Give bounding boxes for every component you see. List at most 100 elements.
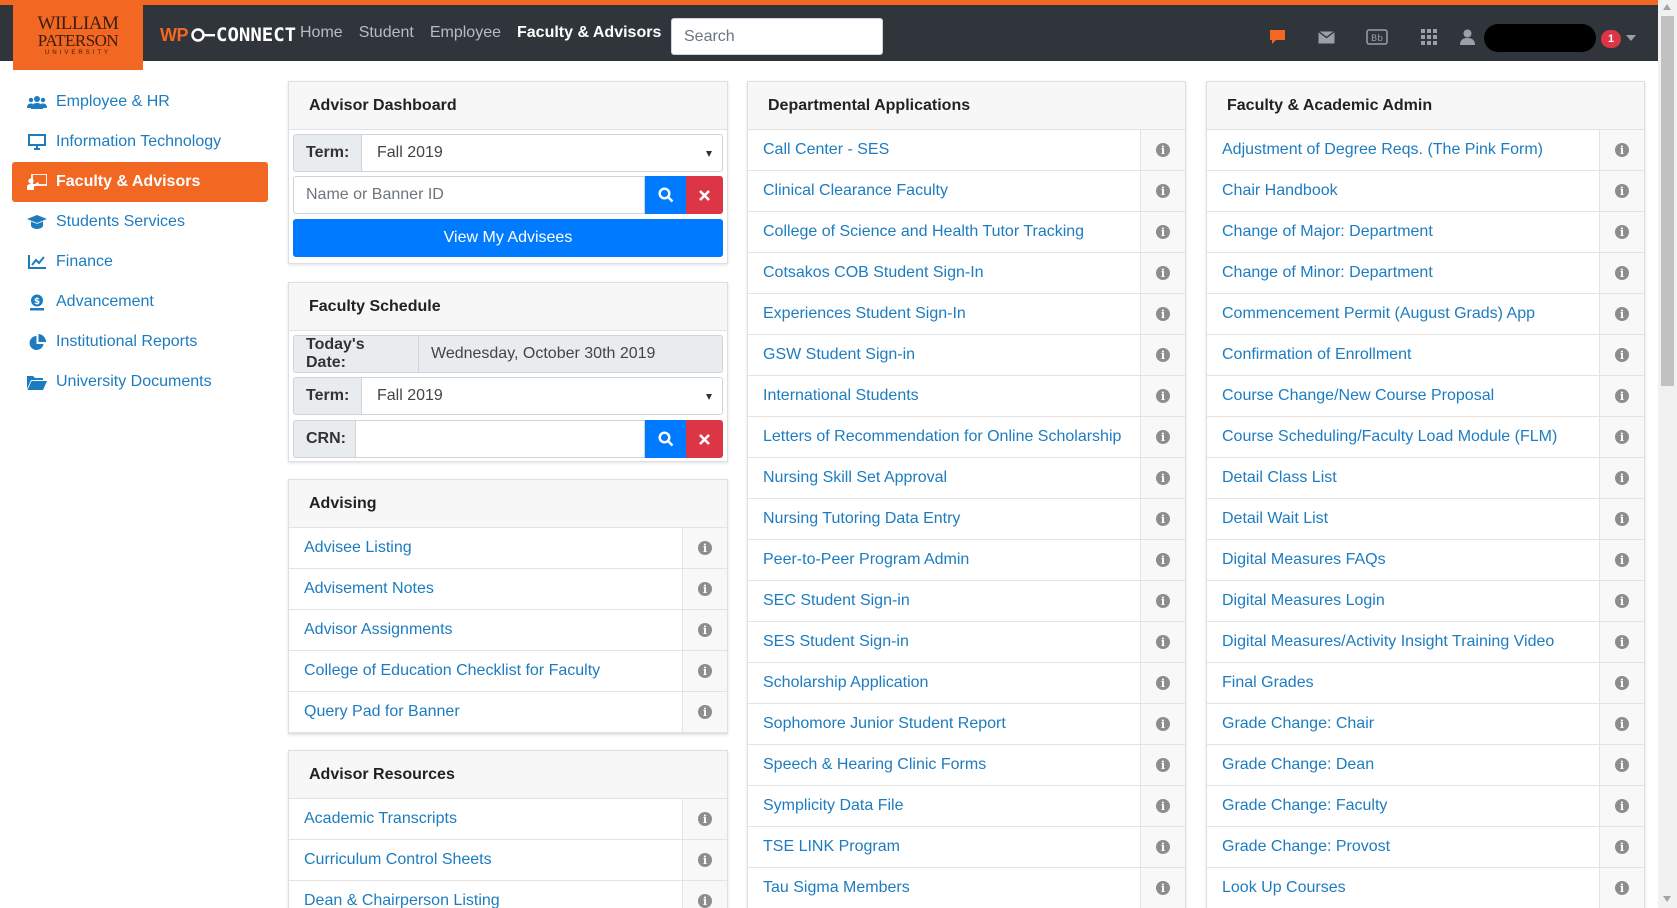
info-button[interactable]: i	[1599, 212, 1644, 252]
department-app-link[interactable]: Clinical Clearance Faculty	[748, 182, 1140, 200]
department-app-link[interactable]: SEC Student Sign-in	[748, 592, 1140, 610]
academic-admin-link[interactable]: Detail Class List	[1207, 469, 1599, 487]
info-button[interactable]: i	[1140, 663, 1185, 703]
advisor-resource-link[interactable]: Curriculum Control Sheets	[289, 851, 682, 869]
department-app-link[interactable]: Peer-to-Peer Program Admin	[748, 551, 1140, 569]
department-app-link[interactable]: Letters of Recommendation for Online Sch…	[748, 428, 1140, 446]
info-button[interactable]: i	[1599, 294, 1644, 334]
mail-icon[interactable]	[1317, 29, 1335, 45]
scroll-up-arrow-icon[interactable]	[1663, 4, 1671, 10]
sidebar-item-faculty-advisors[interactable]: Faculty & Advisors	[12, 162, 268, 202]
info-button[interactable]: i	[682, 610, 727, 650]
academic-admin-link[interactable]: Course Scheduling/Faculty Load Module (F…	[1207, 428, 1599, 446]
view-my-advisees-button[interactable]: View My Advisees	[293, 219, 723, 257]
advising-link[interactable]: Advisement Notes	[289, 580, 682, 598]
nav-faculty-advisors[interactable]: Faculty & Advisors	[517, 24, 661, 42]
academic-admin-link[interactable]: Course Change/New Course Proposal	[1207, 387, 1599, 405]
info-button[interactable]: i	[1140, 540, 1185, 580]
advisee-clear-button[interactable]	[686, 176, 723, 214]
academic-admin-link[interactable]: Detail Wait List	[1207, 510, 1599, 528]
info-button[interactable]: i	[1599, 704, 1644, 744]
chat-icon[interactable]	[1268, 29, 1286, 45]
search-input[interactable]	[671, 18, 883, 55]
info-button[interactable]: i	[682, 528, 727, 568]
info-button[interactable]: i	[682, 840, 727, 880]
info-button[interactable]: i	[1140, 704, 1185, 744]
info-button[interactable]: i	[1140, 786, 1185, 826]
info-button[interactable]: i	[1140, 581, 1185, 621]
info-button[interactable]: i	[1599, 417, 1644, 457]
sidebar-item-employee-hr[interactable]: Employee & HR	[12, 82, 268, 122]
info-button[interactable]: i	[1599, 868, 1644, 908]
info-button[interactable]: i	[1140, 417, 1185, 457]
sidebar-item-information-technology[interactable]: Information Technology	[12, 122, 268, 162]
academic-admin-link[interactable]: Chair Handbook	[1207, 182, 1599, 200]
academic-admin-link[interactable]: Final Grades	[1207, 674, 1599, 692]
info-button[interactable]: i	[1599, 622, 1644, 662]
crn-search-button[interactable]	[645, 420, 686, 458]
info-button[interactable]: i	[1140, 130, 1185, 170]
info-button[interactable]: i	[1599, 171, 1644, 211]
academic-admin-link[interactable]: Change of Minor: Department	[1207, 264, 1599, 282]
term-select[interactable]: Fall 2019	[361, 134, 723, 172]
department-app-link[interactable]: TSE LINK Program	[748, 838, 1140, 856]
nav-employee[interactable]: Employee	[430, 24, 501, 42]
advising-link[interactable]: Advisee Listing	[289, 539, 682, 557]
info-button[interactable]: i	[682, 799, 727, 839]
department-app-link[interactable]: Nursing Skill Set Approval	[748, 469, 1140, 487]
department-app-link[interactable]: Experiences Student Sign-In	[748, 305, 1140, 323]
advising-link[interactable]: College of Education Checklist for Facul…	[289, 662, 682, 680]
scroll-down-arrow-icon[interactable]	[1663, 896, 1671, 902]
info-button[interactable]: i	[1140, 376, 1185, 416]
department-app-link[interactable]: Speech & Hearing Clinic Forms	[748, 756, 1140, 774]
crn-clear-button[interactable]	[686, 420, 723, 458]
info-button[interactable]: i	[1599, 745, 1644, 785]
info-button[interactable]: i	[1140, 253, 1185, 293]
info-button[interactable]: i	[1599, 827, 1644, 867]
nav-student[interactable]: Student	[359, 24, 414, 42]
advising-link[interactable]: Query Pad for Banner	[289, 703, 682, 721]
university-logo[interactable]: WILLIAM PATERSON UNIVERSITY	[13, 0, 143, 70]
info-button[interactable]: i	[1599, 499, 1644, 539]
academic-admin-link[interactable]: Adjustment of Degree Reqs. (The Pink For…	[1207, 141, 1599, 159]
academic-admin-link[interactable]: Look Up Courses	[1207, 879, 1599, 897]
info-button[interactable]: i	[682, 651, 727, 691]
info-button[interactable]: i	[1140, 868, 1185, 908]
department-app-link[interactable]: Symplicity Data File	[748, 797, 1140, 815]
department-app-link[interactable]: International Students	[748, 387, 1140, 405]
user-icon[interactable]	[1458, 29, 1476, 45]
apps-grid-icon[interactable]	[1420, 29, 1438, 45]
info-button[interactable]: i	[1599, 663, 1644, 703]
wp-connect-brand[interactable]: WP CONNECT	[160, 21, 296, 49]
info-button[interactable]: i	[1140, 499, 1185, 539]
academic-admin-link[interactable]: Change of Major: Department	[1207, 223, 1599, 241]
advisee-search-button[interactable]	[645, 176, 686, 214]
department-app-link[interactable]: Scholarship Application	[748, 674, 1140, 692]
academic-admin-link[interactable]: Confirmation of Enrollment	[1207, 346, 1599, 364]
nav-home[interactable]: Home	[300, 24, 343, 42]
info-button[interactable]: i	[1140, 827, 1185, 867]
academic-admin-link[interactable]: Digital Measures/Activity Insight Traini…	[1207, 633, 1599, 651]
info-button[interactable]: i	[1599, 581, 1644, 621]
info-button[interactable]: i	[1599, 253, 1644, 293]
info-button[interactable]: i	[1140, 745, 1185, 785]
info-button[interactable]: i	[682, 881, 727, 908]
department-app-link[interactable]: Tau Sigma Members	[748, 879, 1140, 897]
info-button[interactable]: i	[1599, 130, 1644, 170]
academic-admin-link[interactable]: Commencement Permit (August Grads) App	[1207, 305, 1599, 323]
academic-admin-link[interactable]: Grade Change: Chair	[1207, 715, 1599, 733]
advisor-resource-link[interactable]: Dean & Chairperson Listing	[289, 892, 682, 908]
info-button[interactable]: i	[1140, 171, 1185, 211]
sidebar-item-students-services[interactable]: Students Services	[12, 202, 268, 242]
info-button[interactable]: i	[1599, 458, 1644, 498]
info-button[interactable]: i	[1140, 294, 1185, 334]
scroll-thumb[interactable]	[1661, 16, 1674, 386]
academic-admin-link[interactable]: Grade Change: Faculty	[1207, 797, 1599, 815]
department-app-link[interactable]: Cotsakos COB Student Sign-In	[748, 264, 1140, 282]
chevron-down-icon[interactable]	[1626, 35, 1636, 41]
academic-admin-link[interactable]: Grade Change: Dean	[1207, 756, 1599, 774]
academic-admin-link[interactable]: Digital Measures FAQs	[1207, 551, 1599, 569]
department-app-link[interactable]: Call Center - SES	[748, 141, 1140, 159]
page-scrollbar[interactable]	[1658, 0, 1677, 908]
user-name-redacted[interactable]	[1484, 24, 1596, 52]
